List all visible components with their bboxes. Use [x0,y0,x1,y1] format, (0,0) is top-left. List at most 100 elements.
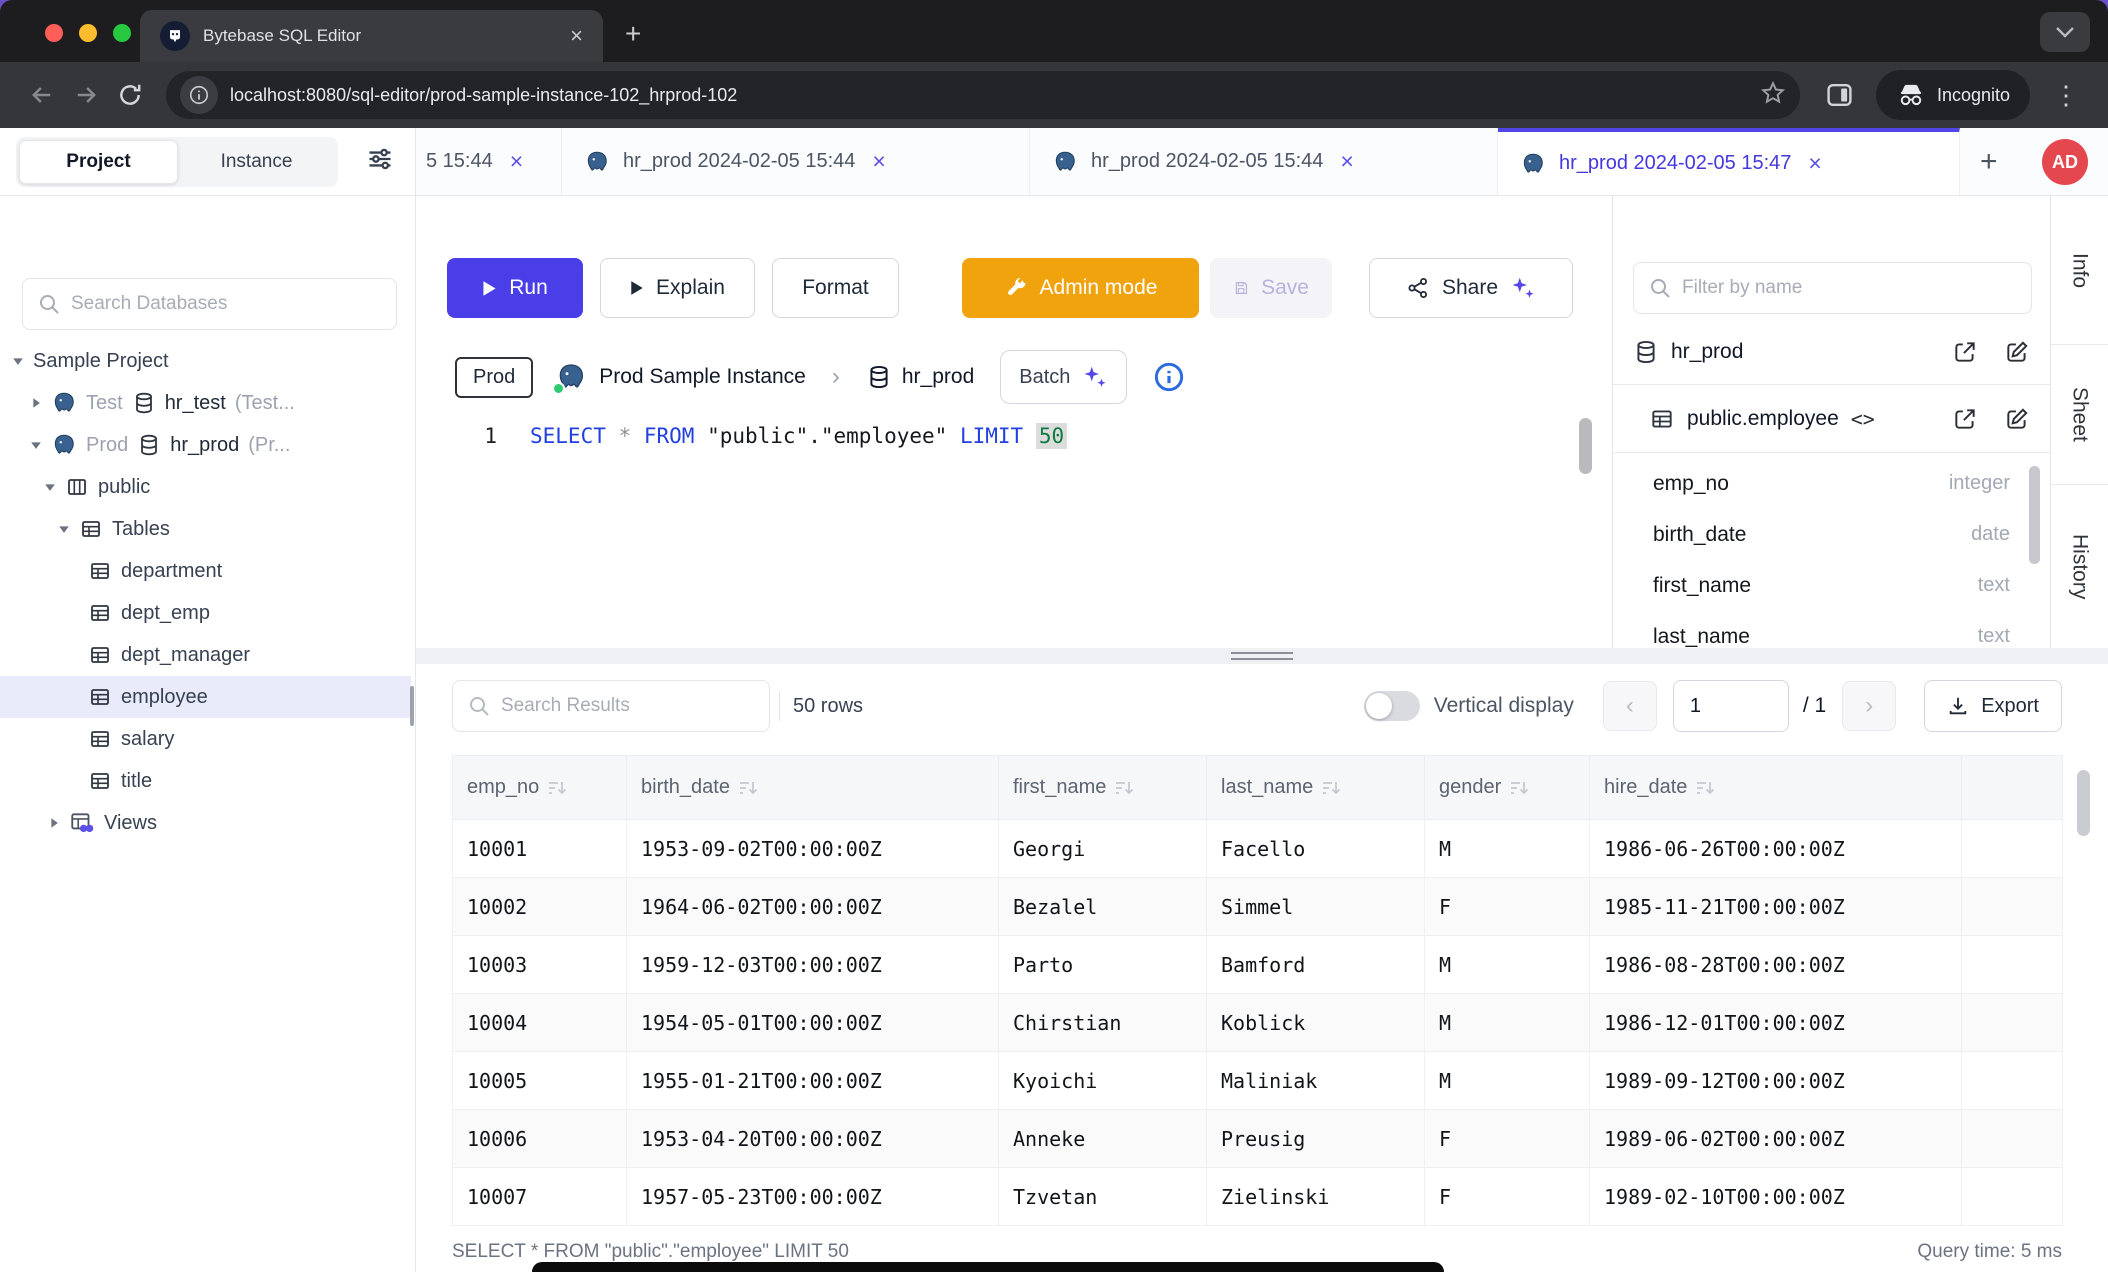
url-text[interactable]: localhost:8080/sql-editor/prod-sample-in… [230,85,1750,106]
table-row[interactable]: 100071957-05-23T00:00:00ZTzvetanZielinsk… [453,1168,2063,1226]
page-input[interactable] [1673,680,1789,732]
bookmark-star-icon[interactable] [1760,80,1786,111]
caret-down-icon[interactable] [58,523,70,535]
tree-item-table-employee[interactable]: employee [0,676,411,718]
tree-item-table-department[interactable]: department [0,550,411,592]
vertical-display-toggle[interactable] [1364,691,1420,721]
table-cell[interactable]: 1989-06-02T00:00:00Z [1590,1110,1962,1168]
table-row[interactable]: 100041954-05-01T00:00:00ZChirstianKoblic… [453,994,2063,1052]
table-cell[interactable]: Zielinski [1207,1168,1425,1226]
user-avatar[interactable]: AD [2042,139,2088,185]
explain-button[interactable]: Explain [600,258,755,318]
tab-sheet[interactable]: Sheet [2051,345,2108,485]
browser-tab-close-icon[interactable]: × [570,25,583,47]
table-cell[interactable]: 1964-06-02T00:00:00Z [627,878,999,936]
tree-item-table-dept-emp[interactable]: dept_emp [0,592,411,634]
table-cell[interactable]: M [1425,994,1590,1052]
prev-page-button[interactable]: ‹ [1603,681,1657,731]
table-row[interactable]: 100051955-01-21T00:00:00ZKyoichiMaliniak… [453,1052,2063,1110]
editor-tab-1[interactable]: 5 15:44 × [416,128,562,195]
editor-scrollbar[interactable] [1579,418,1592,474]
caret-right-icon[interactable] [30,397,42,409]
caret-right-icon[interactable] [48,817,60,829]
tree-item-hr-test[interactable]: Test hr_test (Test... [0,382,411,424]
column-header[interactable]: emp_no [453,756,627,820]
tab-history[interactable]: History [2051,485,2108,648]
run-button[interactable]: Run [447,258,583,318]
save-button[interactable]: Save [1210,258,1332,318]
caret-down-icon[interactable] [30,439,42,451]
table-cell[interactable]: Preusig [1207,1110,1425,1168]
column-header[interactable]: hire_date [1590,756,1962,820]
export-button[interactable]: Export [1924,680,2062,732]
minimize-window-button[interactable] [79,24,97,42]
new-tab-button[interactable]: + [625,18,641,50]
results-scrollbar[interactable] [2077,770,2090,836]
table-cell[interactable]: Kyoichi [999,1052,1207,1110]
table-cell[interactable]: 1986-06-26T00:00:00Z [1590,820,1962,878]
table-cell[interactable]: 10003 [453,936,627,994]
table-cell[interactable]: Maliniak [1207,1052,1425,1110]
column-header[interactable]: birth_date [627,756,999,820]
table-cell[interactable]: 1955-01-21T00:00:00Z [627,1052,999,1110]
sql-editor-line[interactable]: 1 SELECT * FROM "public"."employee" LIMI… [416,414,1612,458]
tree-item-tables-group[interactable]: Tables [0,508,411,550]
column-header[interactable]: gender [1425,756,1590,820]
table-cell[interactable]: 1986-08-28T00:00:00Z [1590,936,1962,994]
tree-item-table-dept-manager[interactable]: dept_manager [0,634,411,676]
column-row[interactable]: emp_no integer [1653,458,2010,509]
table-cell[interactable]: 1953-04-20T00:00:00Z [627,1110,999,1168]
table-cell[interactable]: F [1425,1168,1590,1226]
database-search[interactable]: Search Databases [22,278,397,330]
table-cell[interactable]: 1957-05-23T00:00:00Z [627,1168,999,1226]
close-tab-icon[interactable]: × [1340,150,1353,173]
results-resize-divider[interactable] [416,648,2108,664]
caret-down-icon[interactable] [44,481,56,493]
results-search-input[interactable]: Search Results [452,680,770,732]
table-row[interactable]: 100011953-09-02T00:00:00ZGeorgiFacelloM1… [453,820,2063,878]
close-tab-icon[interactable]: × [872,150,885,173]
tab-instance[interactable]: Instance [178,140,335,184]
edit-icon[interactable] [2004,406,2030,432]
table-cell[interactable]: 10004 [453,994,627,1052]
batch-button[interactable]: Batch [1000,350,1127,404]
table-cell[interactable]: Anneke [999,1110,1207,1168]
table-cell[interactable]: M [1425,936,1590,994]
column-header[interactable]: first_name [999,756,1207,820]
table-cell[interactable]: 10006 [453,1110,627,1168]
admin-mode-button[interactable]: Admin mode [962,258,1199,318]
close-tab-icon[interactable]: × [1808,152,1821,175]
editor-tab-2[interactable]: hr_prod 2024-02-05 15:44 × [562,128,1030,195]
external-link-icon[interactable] [1952,406,1978,432]
tree-item-hr-prod[interactable]: Prod hr_prod (Pr... [0,424,411,466]
connection-info-button[interactable] [1153,361,1185,393]
close-window-button[interactable] [45,24,63,42]
schema-filter-input[interactable]: Filter by name [1633,262,2032,314]
schema-table-row[interactable]: public.employee <> [1649,394,2030,444]
table-cell[interactable]: Chirstian [999,994,1207,1052]
schema-database-row[interactable]: hr_prod [1633,328,2030,376]
forward-button[interactable] [64,73,108,117]
table-cell[interactable]: 1959-12-03T00:00:00Z [627,936,999,994]
table-cell[interactable]: Parto [999,936,1207,994]
browser-tab[interactable]: Bytebase SQL Editor × [140,10,603,62]
back-button[interactable] [20,73,64,117]
share-button[interactable]: Share [1369,258,1573,318]
tree-item-project[interactable]: Sample Project [0,340,411,382]
table-cell[interactable]: F [1425,1110,1590,1168]
table-cell[interactable]: 1954-05-01T00:00:00Z [627,994,999,1052]
table-cell[interactable]: 1989-09-12T00:00:00Z [1590,1052,1962,1110]
tree-item-table-title[interactable]: title [0,760,411,802]
caret-down-icon[interactable] [12,355,24,367]
reload-button[interactable] [108,73,152,117]
table-cell[interactable]: Tzvetan [999,1168,1207,1226]
table-cell[interactable]: Bamford [1207,936,1425,994]
tree-item-views-group[interactable]: Views [0,802,411,844]
close-tab-icon[interactable]: × [510,150,523,173]
browser-menu-button[interactable]: ⋮ [2044,73,2088,117]
column-row[interactable]: first_name text [1653,560,2010,611]
tree-item-schema-public[interactable]: public [0,466,411,508]
tab-search-button[interactable] [2040,12,2090,52]
table-cell[interactable]: Koblick [1207,994,1425,1052]
zoom-window-button[interactable] [113,24,131,42]
